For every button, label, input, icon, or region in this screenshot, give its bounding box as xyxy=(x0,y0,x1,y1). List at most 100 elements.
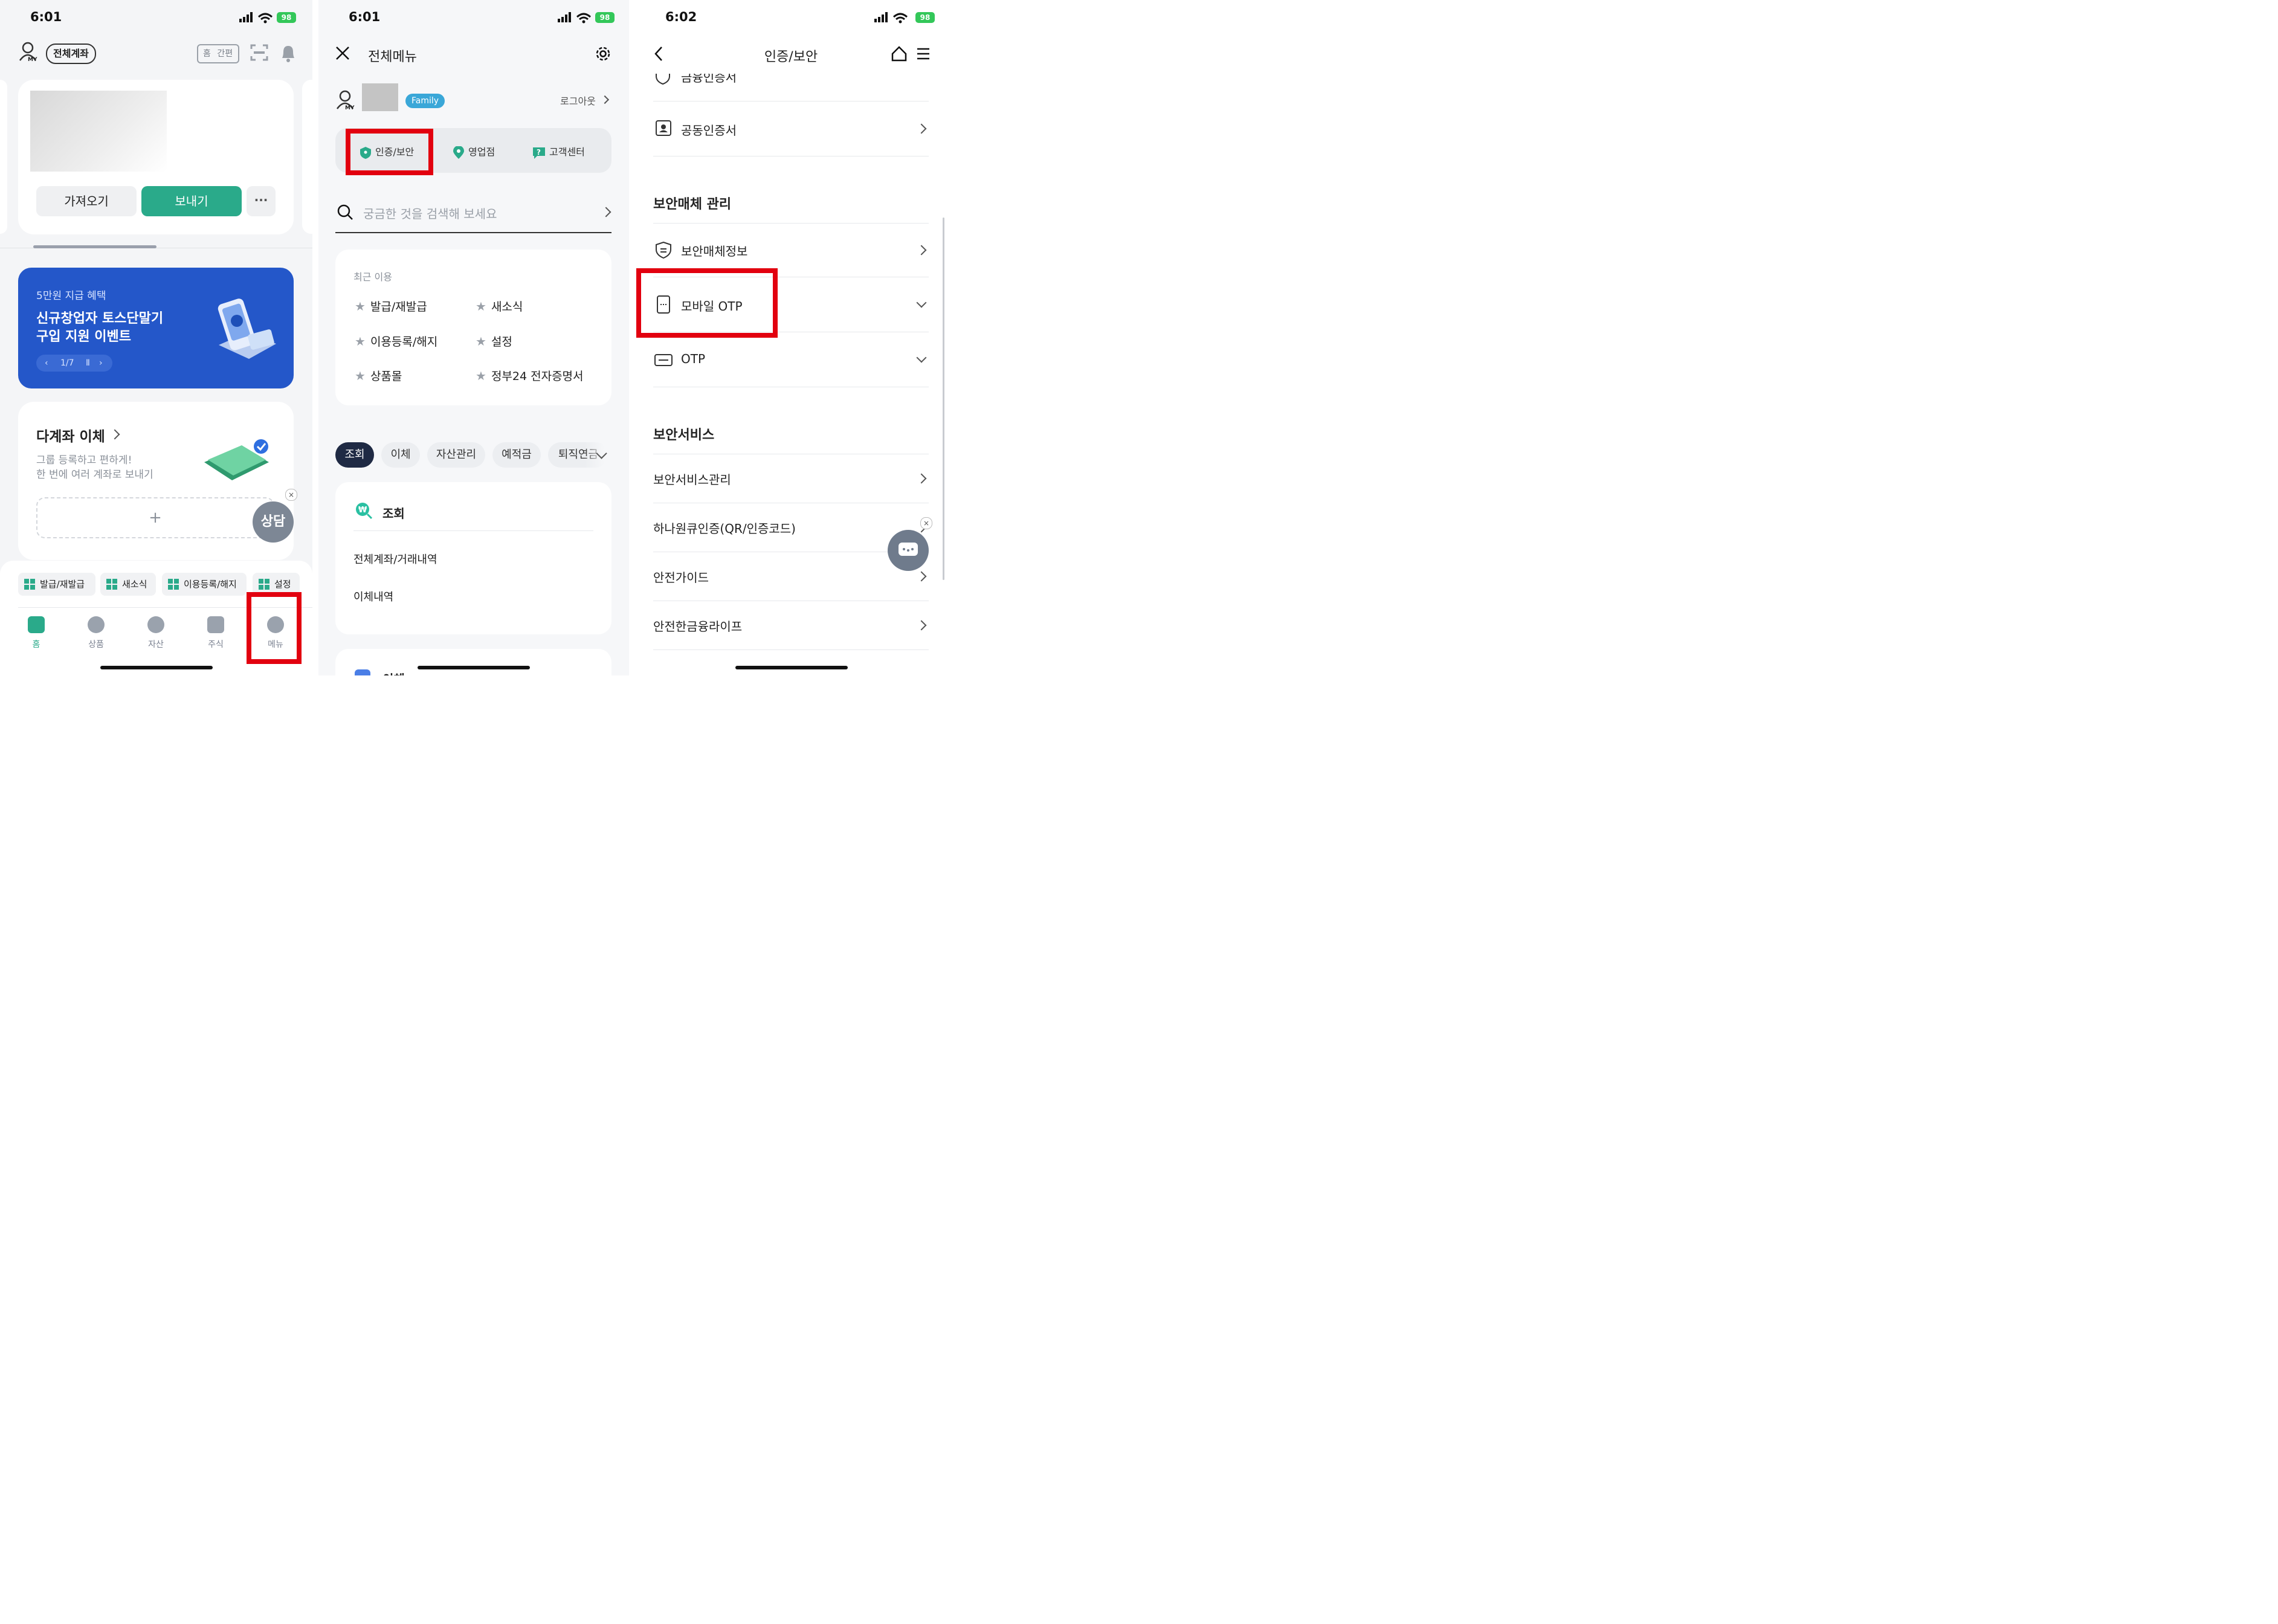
close-icon[interactable]: × xyxy=(920,517,932,529)
shortcut-issue[interactable]: 발급/재발급 xyxy=(18,573,95,596)
section-title: 이체 xyxy=(382,669,405,675)
recent-label: 설정 xyxy=(491,335,512,349)
certificate-icon xyxy=(656,120,671,136)
nav-stocks[interactable]: 주식 xyxy=(198,616,234,650)
nav-assets[interactable]: 자산 xyxy=(138,616,174,650)
service-row[interactable]: 안전가이드 xyxy=(653,552,929,601)
my-profile-icon[interactable]: MY xyxy=(335,89,356,112)
close-icon[interactable]: × xyxy=(285,489,297,501)
shield-icon xyxy=(656,242,671,259)
quick-label: 고객센터 xyxy=(549,146,585,158)
section-title: 조회 xyxy=(382,506,405,521)
signal-wifi-icon xyxy=(874,12,908,24)
scan-icon[interactable] xyxy=(250,44,268,62)
recent-item[interactable]: ★ 상품몰 xyxy=(355,367,402,384)
shortcut-register[interactable]: 이용등록/해지 xyxy=(162,573,247,596)
row-label: 안전가이드 xyxy=(653,570,709,585)
all-accounts-button[interactable]: 전체계좌 xyxy=(46,44,96,64)
blurred-account-info xyxy=(30,91,167,172)
tab-asset[interactable]: 자산관리 xyxy=(427,442,485,468)
gear-icon[interactable] xyxy=(594,45,612,63)
star-icon: ★ xyxy=(476,299,486,314)
scrollbar[interactable] xyxy=(943,218,944,580)
won-icon xyxy=(147,616,164,633)
import-button[interactable]: 가져오기 xyxy=(36,186,137,216)
home-icon[interactable] xyxy=(891,46,907,62)
pause-icon[interactable]: Ⅱ xyxy=(86,355,90,372)
chevron-right-icon xyxy=(916,571,927,582)
row-label: 안전한금융라이프 xyxy=(653,619,743,634)
service-row[interactable]: 안전한금융라이프 xyxy=(653,601,929,650)
service-row[interactable]: 보안서비스관리 xyxy=(653,454,929,503)
card-page-indicator xyxy=(33,245,156,248)
divider xyxy=(353,530,593,531)
chatbot-button[interactable] xyxy=(888,530,929,571)
status-bar: 6:01 98 xyxy=(318,8,629,27)
recent-item[interactable]: ★ 설정 xyxy=(476,333,512,349)
bell-icon[interactable] xyxy=(280,44,297,63)
chevron-right-icon xyxy=(109,429,120,440)
battery-icon: 98 xyxy=(915,12,935,23)
search-icon xyxy=(337,204,353,220)
home-indicator xyxy=(735,666,848,669)
simple-tag: 간편 xyxy=(217,49,233,59)
recent-item[interactable]: ★ 이용등록/해지 xyxy=(355,333,437,349)
tab-transfer[interactable]: 이체 xyxy=(381,442,420,468)
status-time: 6:01 xyxy=(349,10,381,24)
tab-inquiry[interactable]: 조회 xyxy=(335,442,374,468)
star-icon: ★ xyxy=(476,334,486,349)
percent-badge-icon xyxy=(88,616,105,633)
status-time: 6:01 xyxy=(30,10,62,24)
quick-customer-center[interactable]: ? 고객센터 xyxy=(532,144,585,160)
close-icon[interactable] xyxy=(335,46,350,60)
transfer-icon xyxy=(355,669,370,675)
next-arrow-icon[interactable]: › xyxy=(99,355,103,372)
shortcut-news[interactable]: 새소식 xyxy=(100,573,156,596)
prev-arrow-icon[interactable]: ‹ xyxy=(45,355,48,372)
recent-item[interactable]: ★ 새소식 xyxy=(476,298,523,314)
nav-products[interactable]: 상품 xyxy=(78,616,114,650)
recent-item[interactable]: ★ 발급/재발급 xyxy=(355,298,427,314)
home-icon xyxy=(28,616,45,633)
simple-mode-toggle[interactable]: 홈 간편 xyxy=(197,44,239,63)
chevron-right-icon xyxy=(600,95,610,105)
shortcut-label: 새소식 xyxy=(122,579,147,590)
consult-button[interactable]: 상담 xyxy=(253,501,294,543)
cert-row[interactable]: 공동인증서 xyxy=(653,102,929,156)
menu-item[interactable]: 이체내역 xyxy=(353,588,393,604)
nav-label: 자산 xyxy=(148,640,164,649)
recent-title: 최근 이용 xyxy=(353,271,392,283)
my-profile-icon[interactable]: MY xyxy=(18,41,39,64)
service-row[interactable]: 하나원큐인증(QR/인증코드) xyxy=(653,503,929,552)
send-button[interactable]: 보내기 xyxy=(141,186,242,216)
search-input[interactable]: 궁금한 것을 검색해 보세요 xyxy=(363,204,497,222)
home-screen: 6:01 98 MY 전체계좌 홈 간편 가져오기 보내기 ··· 5만원 지급… xyxy=(0,0,312,675)
chevron-down-icon xyxy=(916,297,927,308)
search-bar[interactable]: 궁금한 것을 검색해 보세요 xyxy=(335,198,611,233)
logout-link[interactable]: 로그아웃 xyxy=(560,93,596,108)
recent-item[interactable]: ★ 정부24 전자증명서 xyxy=(476,367,584,384)
inquiry-icon: ₩ xyxy=(356,503,373,520)
status-icons: 98 xyxy=(558,11,624,25)
next-card-edge xyxy=(302,80,312,234)
recent-label: 상품몰 xyxy=(370,370,402,383)
tab-deposit[interactable]: 예적금 xyxy=(492,442,541,468)
otp-row[interactable]: OTP xyxy=(653,332,929,387)
shortcut-label: 이용등록/해지 xyxy=(184,579,237,590)
banner-pager[interactable]: ‹ 1/7 Ⅱ › xyxy=(36,355,112,372)
hamburger-menu-icon[interactable] xyxy=(917,47,930,60)
nav-home[interactable]: 홈 xyxy=(18,616,54,650)
add-group-button[interactable]: + xyxy=(36,497,274,538)
pager-text: 1/7 xyxy=(60,358,74,368)
event-banner[interactable]: 5만원 지급 혜택 신규창업자 토스단말기 구입 지원 이벤트 ‹ 1/7 Ⅱ … xyxy=(18,268,294,388)
quick-branch[interactable]: 영업점 xyxy=(453,144,495,160)
more-button[interactable]: ··· xyxy=(247,186,276,216)
battery-icon: 98 xyxy=(595,12,615,23)
status-bar: 6:02 98 xyxy=(635,8,947,27)
multi-transfer-title[interactable]: 다계좌 이체 xyxy=(36,425,105,445)
menu-item[interactable]: 전체계좌/거래내역 xyxy=(353,551,437,567)
my-label: MY xyxy=(28,57,37,63)
battery-icon: 98 xyxy=(277,12,296,23)
nav-label: 주식 xyxy=(208,640,224,649)
star-icon: ★ xyxy=(355,369,366,383)
